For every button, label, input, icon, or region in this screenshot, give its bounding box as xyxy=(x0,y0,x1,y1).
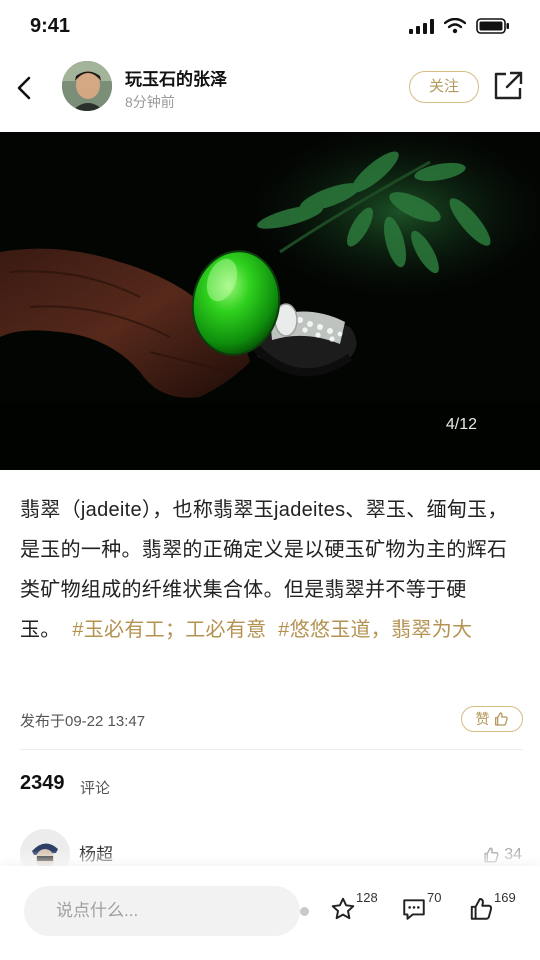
status-time: 9:41 xyxy=(30,15,71,37)
thumbs-up-icon xyxy=(470,898,493,920)
signal-icon xyxy=(409,18,434,34)
favorite-count: 128 xyxy=(356,890,378,905)
favorite-button[interactable]: 128 xyxy=(330,890,378,926)
divider xyxy=(20,749,523,750)
back-arrow-icon xyxy=(17,76,31,100)
comment-input[interactable]: 说点什么... xyxy=(24,886,300,936)
author-name[interactable]: 玩玉石的张泽 xyxy=(125,65,227,90)
back-button[interactable] xyxy=(12,70,40,106)
publish-time: 发布于09-22 13:47 xyxy=(20,713,146,730)
star-icon xyxy=(331,897,355,920)
like-count: 169 xyxy=(494,890,516,905)
hashtag-link[interactable]: #玉必有工；工必有意 xyxy=(72,619,266,641)
thumbs-up-icon xyxy=(494,712,508,726)
post-image[interactable]: 4/12 xyxy=(0,132,540,470)
comment-button-count: 70 xyxy=(427,890,442,905)
share-icon xyxy=(494,71,523,100)
comment-button[interactable]: 70 xyxy=(401,890,441,926)
wifi-icon xyxy=(444,18,466,34)
like-label: 赞 xyxy=(475,711,490,727)
post-header: 玩玉石的张泽 8分钟前 关注 xyxy=(0,56,540,132)
comment-icon xyxy=(403,899,425,920)
comment-label: 评论 xyxy=(80,780,111,797)
comment-count: 2349 xyxy=(20,772,65,794)
share-button[interactable] xyxy=(492,70,524,102)
follow-button[interactable]: 关注 xyxy=(409,71,479,103)
hashtag-link[interactable]: #悠悠玉道，翡翠为大 xyxy=(278,619,472,641)
post-time: 8分钟前 xyxy=(125,94,175,110)
image-counter: 4/12 xyxy=(445,416,477,433)
like-button[interactable]: 169 xyxy=(468,890,516,926)
bottom-action-bar: 说点什么... 128 70 169 xyxy=(0,866,540,960)
author-avatar[interactable] xyxy=(62,61,112,111)
status-icons xyxy=(409,18,510,34)
dot-indicator xyxy=(300,907,309,916)
status-bar: 9:41 xyxy=(0,0,540,56)
battery-icon xyxy=(476,18,509,34)
post-body: 翡翠（jadeite），也称翡翠玉jadeites、翠玉、缅甸玉，是玉的一种。翡… xyxy=(20,490,525,650)
like-post-button[interactable]: 赞 xyxy=(461,706,523,732)
